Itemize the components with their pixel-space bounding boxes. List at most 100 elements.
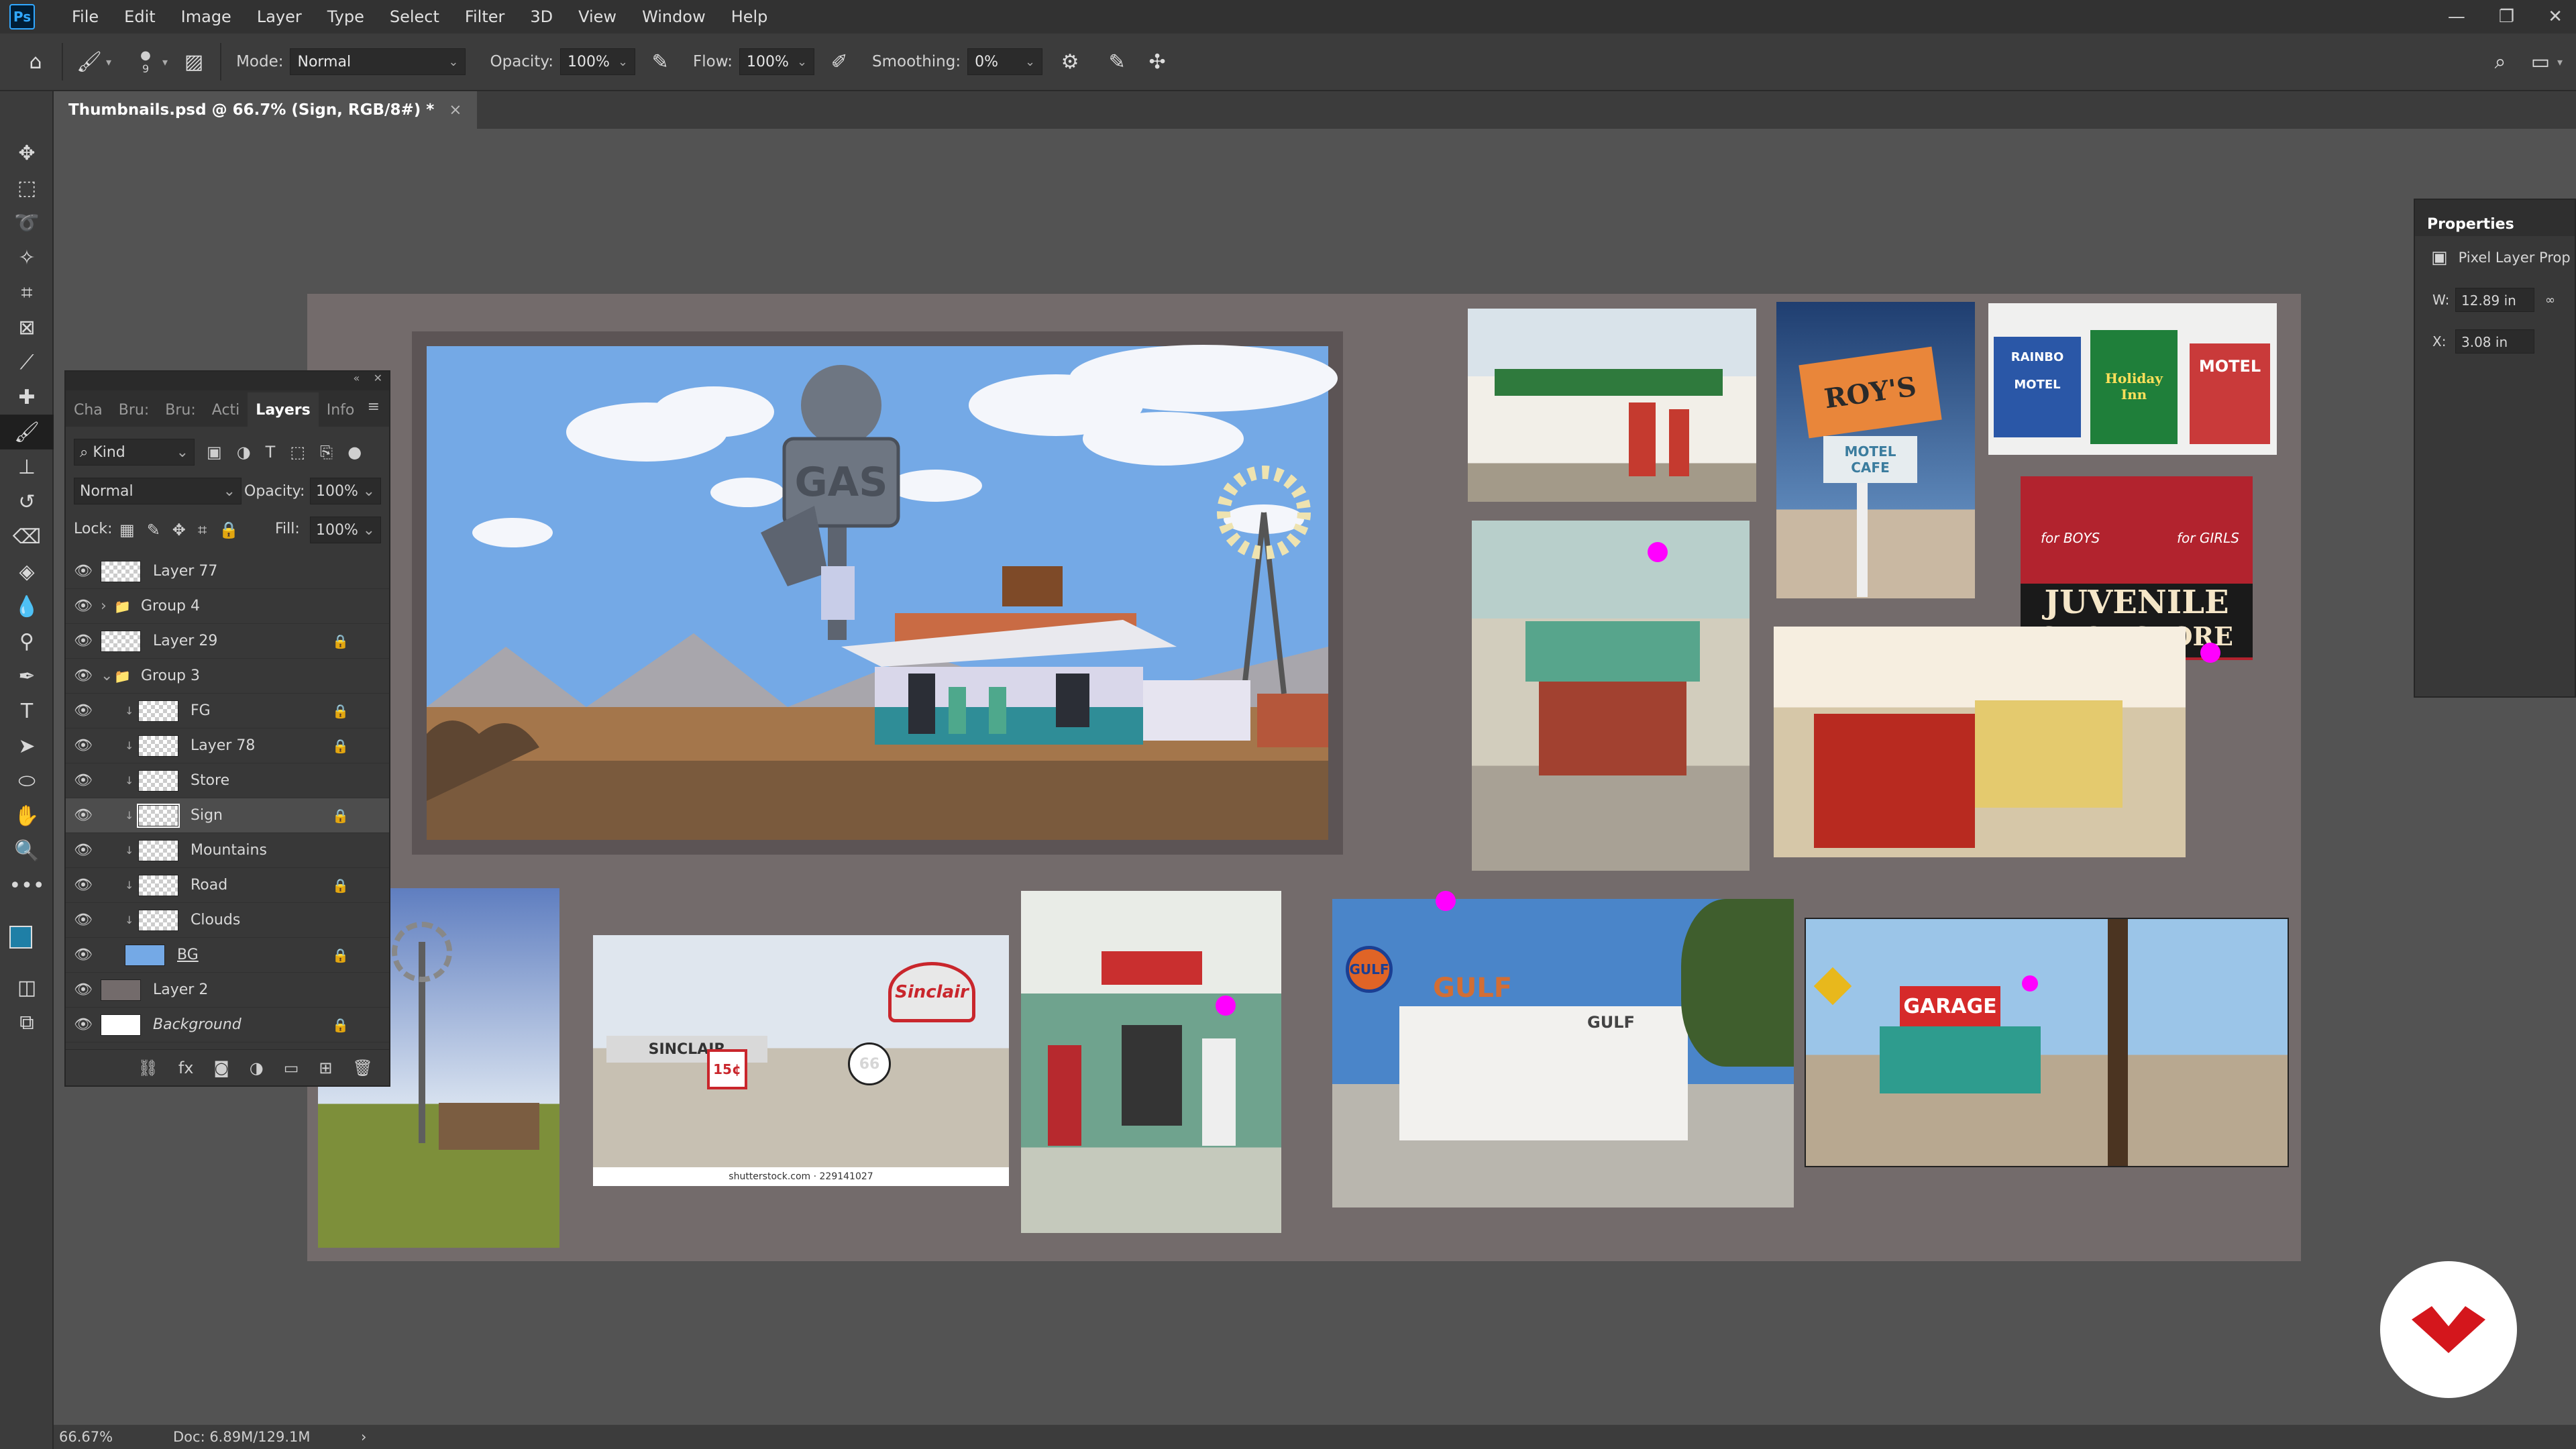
new-group-icon[interactable]: ▭ <box>284 1059 299 1077</box>
opacity-field[interactable]: 100% ⌄ <box>560 48 636 75</box>
pen-tool-icon[interactable]: ✒ <box>0 659 54 694</box>
chevron-down-icon[interactable]: ⌄ <box>101 667 114 684</box>
blend-mode-select[interactable]: Normal ⌄ <box>74 478 241 504</box>
close-panel-icon[interactable]: ✕ <box>374 372 382 384</box>
dodge-tool-icon[interactable]: ⚲ <box>0 624 54 659</box>
brush-settings-icon[interactable]: ▨ <box>177 45 211 78</box>
filter-shape-icon[interactable]: ⬚ <box>290 443 305 462</box>
photo-red-building-painting[interactable] <box>1774 627 2186 857</box>
filter-toggle-icon[interactable]: ● <box>347 443 362 462</box>
visibility-eye-icon[interactable]: 👁 <box>66 598 101 614</box>
layer-row[interactable]: 👁 ↓ Clouds <box>66 903 389 938</box>
collapse-panel-icon[interactable]: « <box>353 372 360 384</box>
type-tool-icon[interactable]: T <box>0 694 54 729</box>
layer-row[interactable]: 👁 ↓ Mountains <box>66 833 389 868</box>
visibility-eye-icon[interactable]: 👁 <box>66 807 101 824</box>
main-illustration[interactable]: GAS <box>412 331 1343 855</box>
magic-wand-tool-icon[interactable]: ✧ <box>0 240 54 275</box>
filter-type-icon[interactable]: T <box>266 443 276 462</box>
layer-row[interactable]: 👁 Layer 29 🔒 <box>66 624 389 659</box>
brush-preset-picker[interactable]: ● 9 <box>129 48 162 75</box>
mode-select[interactable]: Normal ⌄ <box>290 48 466 75</box>
tab-info[interactable]: Info <box>319 402 363 427</box>
layer-row[interactable]: 👁 Layer 2 <box>66 973 389 1008</box>
menu-select[interactable]: Select <box>377 7 452 26</box>
foreground-color-swatch[interactable] <box>9 926 32 949</box>
photo-motel-signs[interactable]: RAINBO MOTEL Holiday Inn MOTEL <box>1988 303 2277 455</box>
menu-layer[interactable]: Layer <box>244 7 315 26</box>
menu-file[interactable]: File <box>59 7 111 26</box>
stamp-tool-icon[interactable]: ⊥ <box>0 449 54 484</box>
path-selection-tool-icon[interactable]: ➤ <box>0 729 54 763</box>
menu-view[interactable]: View <box>566 7 629 26</box>
lock-pixels-icon[interactable]: ✎ <box>147 521 160 539</box>
visibility-eye-icon[interactable]: 👁 <box>66 981 101 998</box>
new-layer-icon[interactable]: ⊞ <box>319 1059 332 1077</box>
lock-all-icon[interactable]: 🔒 <box>219 521 239 539</box>
lock-artboard-icon[interactable]: ⌗ <box>198 521 207 539</box>
move-tool-icon[interactable]: ✥ <box>0 136 54 170</box>
pressure-opacity-icon[interactable]: ✎ <box>643 45 677 78</box>
visibility-eye-icon[interactable]: 👁 <box>66 842 101 859</box>
layer-row[interactable]: 👁 ↓ FG 🔒 <box>66 694 389 729</box>
status-menu-arrow-icon[interactable]: › <box>361 1429 366 1445</box>
close-window-icon[interactable]: ✕ <box>2548 7 2563 27</box>
width-field[interactable]: 12.89 in <box>2455 288 2534 312</box>
screen-mode-icon[interactable]: ⧉ <box>0 1005 54 1040</box>
delete-layer-icon[interactable]: 🗑 <box>353 1059 373 1077</box>
chevron-down-icon[interactable]: ▾ <box>162 56 168 68</box>
blur-tool-icon[interactable]: 💧 <box>0 589 54 624</box>
workspace-icon[interactable]: ▭ <box>2524 45 2557 78</box>
tab-bru[interactable]: Bru: <box>111 402 158 427</box>
menu-3d[interactable]: 3D <box>517 7 566 26</box>
menu-type[interactable]: Type <box>315 7 377 26</box>
fx-icon[interactable]: fx <box>178 1059 194 1077</box>
link-layers-icon[interactable]: ⛓ <box>138 1059 158 1077</box>
menu-filter[interactable]: Filter <box>452 7 517 26</box>
crop-tool-icon[interactable]: ⌗ <box>0 275 54 310</box>
menu-window[interactable]: Window <box>629 7 718 26</box>
chevron-right-icon[interactable]: › <box>101 598 114 614</box>
smoothing-field[interactable]: 0% ⌄ <box>967 48 1043 75</box>
lasso-tool-icon[interactable]: ➰ <box>0 205 54 240</box>
restore-icon[interactable]: ❐ <box>2499 7 2514 27</box>
lock-transparent-icon[interactable]: ▦ <box>119 521 135 539</box>
symmetry-icon[interactable]: ✣ <box>1140 45 1174 78</box>
tab-layers[interactable]: Layers <box>248 392 319 427</box>
photo-sinclair-station[interactable]: Sinclair SINCLAIR 15¢ 66 shutterstock.co… <box>593 935 1009 1186</box>
filter-smart-object-icon[interactable]: ⎘ <box>320 443 333 462</box>
visibility-eye-icon[interactable]: 👁 <box>66 702 101 719</box>
layer-row[interactable]: 👁 BG 🔒 <box>66 938 389 973</box>
visibility-eye-icon[interactable]: 👁 <box>66 772 101 789</box>
add-mask-icon[interactable]: ◙ <box>213 1059 229 1077</box>
layer-filter-select[interactable]: ⌕ Kind ⌄ <box>74 439 195 466</box>
tab-bru[interactable]: Bru: <box>157 402 204 427</box>
menu-image[interactable]: Image <box>168 7 244 26</box>
marquee-tool-icon[interactable]: ⬚ <box>0 170 54 205</box>
fill-field[interactable]: 100% ⌄ <box>310 517 381 543</box>
home-icon[interactable]: ⌂ <box>19 45 52 78</box>
visibility-eye-icon[interactable]: 👁 <box>66 667 101 684</box>
frame-tool-icon[interactable]: ⊠ <box>0 310 54 345</box>
layer-opacity-field[interactable]: 100% ⌄ <box>310 478 381 504</box>
panel-menu-icon[interactable]: ≡ <box>368 398 380 415</box>
pressure-size-icon[interactable]: ✎ <box>1100 45 1134 78</box>
photo-gas-station-white[interactable] <box>1468 309 1756 502</box>
airbrush-icon[interactable]: ✐ <box>822 45 856 78</box>
layer-row[interactable]: 👁 Layer 77 <box>66 554 389 589</box>
canvas-board[interactable]: GAS ROY'S MOTEL CAFE RAINBO MOTEL Holida… <box>307 294 2301 1261</box>
layer-row[interactable]: 👁 Background 🔒 <box>66 1008 389 1042</box>
photo-flying-a-station[interactable] <box>1021 891 1281 1233</box>
adjustment-layer-icon[interactable]: ◑ <box>250 1059 264 1077</box>
menu-edit[interactable]: Edit <box>111 7 168 26</box>
lock-position-icon[interactable]: ✥ <box>172 521 186 539</box>
layer-row[interactable]: 👁 › 📁 Group 4 <box>66 589 389 624</box>
chevron-down-icon[interactable]: ▾ <box>2557 56 2563 68</box>
hand-tool-icon[interactable]: ✋ <box>0 798 54 833</box>
link-proportions-icon[interactable]: ∞ <box>2545 293 2555 307</box>
chevron-down-icon[interactable]: ▾ <box>106 56 111 68</box>
healing-brush-tool-icon[interactable]: ✚ <box>0 380 54 415</box>
filter-pixel-icon[interactable]: ▣ <box>207 443 222 462</box>
visibility-eye-icon[interactable]: 👁 <box>66 633 101 649</box>
visibility-eye-icon[interactable]: 👁 <box>66 877 101 894</box>
